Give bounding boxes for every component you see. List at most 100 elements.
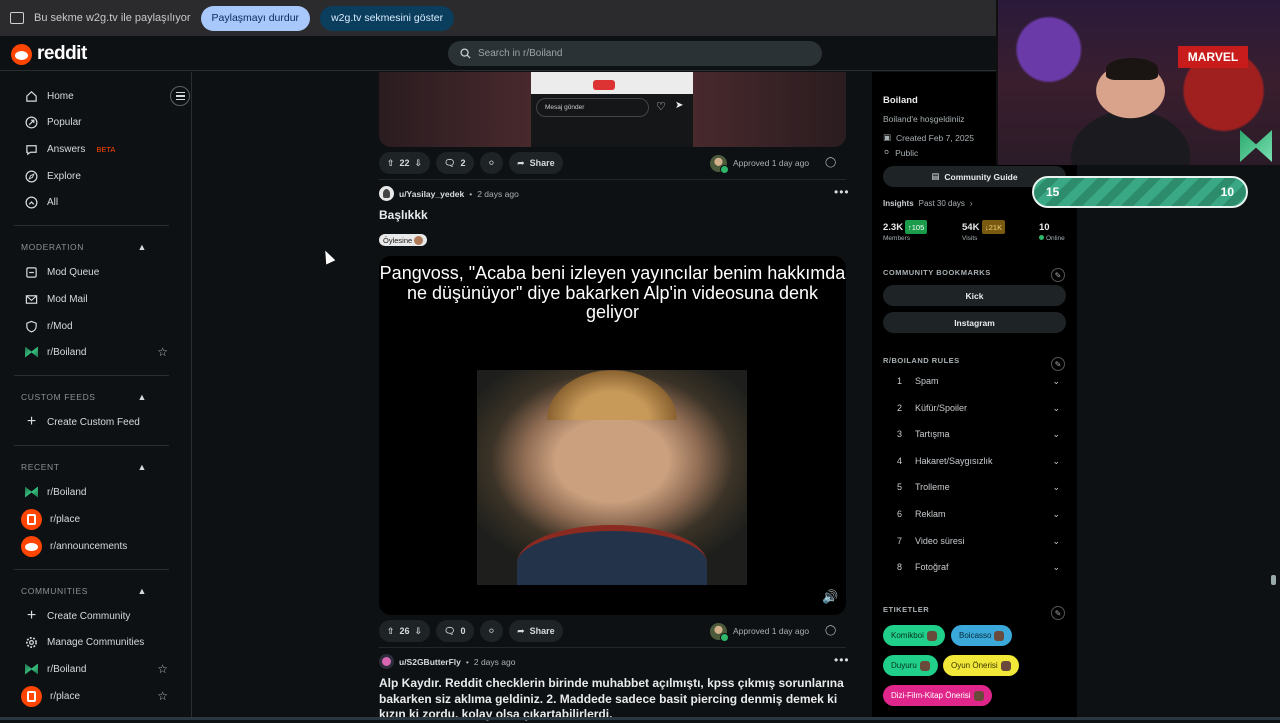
tag-duyuru[interactable]: Duyuru: [883, 655, 938, 676]
sidebar-item-manage-communities[interactable]: Manage Communities: [16, 630, 174, 654]
tag-dizi-film-kitap[interactable]: Dizi-Film-Kitap Önerisi: [883, 685, 992, 706]
tag-oyun-onerisi[interactable]: Oyun Önerisi: [943, 655, 1019, 676]
upvote-icon[interactable]: ⇧: [387, 158, 395, 169]
edit-pencil-icon[interactable]: ✎: [1051, 357, 1065, 371]
award-button[interactable]: ⚪: [479, 620, 504, 642]
more-options-icon[interactable]: •••: [834, 653, 850, 667]
post-title[interactable]: Başlıkkk: [379, 208, 428, 222]
members-change-badge: ↑105: [905, 220, 928, 234]
sidebar-item-popular[interactable]: Popular: [16, 110, 174, 134]
sidebar-item-label: r/Mod: [47, 320, 73, 332]
communities-section-toggle[interactable]: COMMUNITIES ▲: [21, 586, 147, 596]
chevron-down-icon[interactable]: ⌄: [1052, 456, 1060, 467]
edit-pencil-icon[interactable]: ✎: [1051, 268, 1065, 282]
sidebar-item-recent-place[interactable]: r/place: [16, 507, 174, 531]
post-media-image[interactable]: Pangvoss, "Acaba beni izleyen yayıncılar…: [379, 256, 846, 615]
insights-link[interactable]: Insights Past 30 days ›: [883, 199, 973, 208]
rule-item[interactable]: 4 Hakaret/Saygısızlık ⌄: [883, 456, 1066, 472]
custom-feeds-section-toggle[interactable]: CUSTOM FEEDS ▲: [21, 392, 147, 402]
sidebar-item-r-mod[interactable]: r/Mod: [16, 314, 174, 338]
sidebar-item-explore[interactable]: Explore: [16, 164, 174, 188]
downvote-icon[interactable]: ⇩: [415, 158, 423, 169]
sidebar-item-label: r/place: [50, 690, 81, 702]
book-icon: ▤: [931, 171, 940, 181]
share-button[interactable]: ➦ Share: [509, 152, 563, 174]
sidebar-item-community-place[interactable]: r/place ☆: [16, 684, 174, 708]
sidebar-item-community-boiland[interactable]: r/Boiland ☆: [16, 657, 174, 681]
page-scrollbar[interactable]: [1271, 575, 1276, 585]
post-flair[interactable]: Öylesine: [379, 234, 428, 246]
tag-emoji-icon: [1000, 660, 1011, 671]
chevron-down-icon[interactable]: ⌄: [1052, 482, 1060, 493]
downvote-icon[interactable]: ⇩: [415, 626, 423, 637]
chevron-down-icon[interactable]: ⌄: [1052, 562, 1060, 573]
tag-komikboi[interactable]: Komikboi: [883, 625, 945, 646]
chevron-down-icon[interactable]: ⌄: [1052, 536, 1060, 547]
star-icon[interactable]: ☆: [157, 662, 168, 676]
sidebar-item-r-boiland-mod[interactable]: r/Boiland ☆: [16, 340, 174, 364]
rule-item[interactable]: 6 Reklam ⌄: [883, 509, 1066, 525]
mod-shield-icon[interactable]: ◯: [825, 625, 836, 636]
chevron-down-icon[interactable]: ⌄: [1052, 403, 1060, 414]
award-icon: ⚪: [487, 625, 496, 636]
post-author[interactable]: u/Yasilay_yedek: [399, 189, 464, 199]
sidebar-item-recent-announcements[interactable]: r/announcements: [16, 534, 174, 558]
chevron-up-icon: ▲: [137, 586, 147, 596]
rule-number: 1: [897, 376, 903, 386]
author-avatar[interactable]: [379, 186, 394, 201]
rule-item[interactable]: 2 Küfür/Spoiler ⌄: [883, 403, 1066, 419]
stop-sharing-button[interactable]: Paylaşmayı durdur: [200, 5, 311, 31]
post-time: 2 days ago: [473, 656, 516, 667]
score-left: 15: [1046, 185, 1060, 199]
post-title[interactable]: Alp Kaydır. Reddit checklerin birinde mu…: [379, 676, 849, 723]
sidebar-item-create-community[interactable]: + Create Community: [16, 604, 174, 628]
recent-section-toggle[interactable]: RECENT ▲: [21, 462, 147, 472]
logo-text: reddit: [37, 43, 87, 64]
moderation-section-toggle[interactable]: MODERATION ▲: [21, 242, 147, 252]
rule-item[interactable]: 1 Spam ⌄: [883, 376, 1066, 392]
sidebar-item-recent-boiland[interactable]: r/Boiland: [16, 480, 174, 504]
chevron-down-icon[interactable]: ⌄: [1052, 376, 1060, 387]
chevron-down-icon[interactable]: ⌄: [1052, 429, 1060, 440]
edit-pencil-icon[interactable]: ✎: [1051, 606, 1065, 620]
more-options-icon[interactable]: •••: [834, 185, 850, 199]
author-avatar[interactable]: [379, 654, 394, 669]
speaker-icon[interactable]: 🔊: [822, 589, 838, 604]
bookmark-kick-button[interactable]: Kick: [883, 285, 1066, 306]
mod-shield-icon[interactable]: ◯: [825, 157, 836, 168]
comments-button[interactable]: 🗨 0: [436, 620, 474, 642]
sidebar-item-all[interactable]: All: [16, 190, 174, 214]
rule-item[interactable]: 7 Video süresi ⌄: [883, 536, 1066, 552]
chevron-up-icon: ▲: [137, 462, 147, 472]
mod-queue-icon: [24, 265, 39, 280]
sidebar-item-answers[interactable]: Answers BETA: [16, 137, 174, 161]
chevron-down-icon[interactable]: ⌄: [1052, 509, 1060, 520]
rule-item[interactable]: 3 Tartışma ⌄: [883, 429, 1066, 445]
post-author[interactable]: u/S2GButterFly: [399, 657, 461, 667]
comments-button[interactable]: 🗨 2: [436, 152, 474, 174]
award-button[interactable]: ⚪: [479, 152, 504, 174]
reddit-logo[interactable]: reddit: [11, 43, 87, 65]
share-button[interactable]: ➦ Share: [509, 620, 563, 642]
rule-item[interactable]: 8 Fotoğraf ⌄: [883, 562, 1066, 578]
sidebar-item-home[interactable]: Home: [16, 84, 174, 108]
vote-count: 26: [399, 626, 410, 636]
rule-number: 6: [897, 509, 903, 519]
sidebar-item-mod-queue[interactable]: Mod Queue: [16, 260, 174, 284]
visits-label: Visits: [962, 235, 978, 242]
place-community-icon: [21, 508, 42, 530]
sidebar-item-mod-mail[interactable]: Mod Mail: [16, 287, 174, 311]
flair-emoji-icon: [414, 235, 424, 245]
search-input[interactable]: Search in r/Boiland: [448, 41, 822, 66]
star-icon[interactable]: ☆: [157, 345, 168, 359]
rule-item[interactable]: 5 Trolleme ⌄: [883, 482, 1066, 498]
comment-count: 0: [460, 626, 466, 636]
tag-boicasso[interactable]: Boicasso: [951, 625, 1013, 646]
upvote-icon[interactable]: ⇧: [387, 626, 395, 637]
webcam-overlay: [996, 0, 1280, 165]
star-icon[interactable]: ☆: [157, 689, 168, 703]
show-tab-button[interactable]: w2g.tv sekmesini göster: [320, 5, 455, 31]
all-icon: [24, 195, 39, 210]
bookmark-instagram-button[interactable]: Instagram: [883, 312, 1066, 333]
sidebar-item-create-custom-feed[interactable]: + Create Custom Feed: [16, 410, 174, 434]
